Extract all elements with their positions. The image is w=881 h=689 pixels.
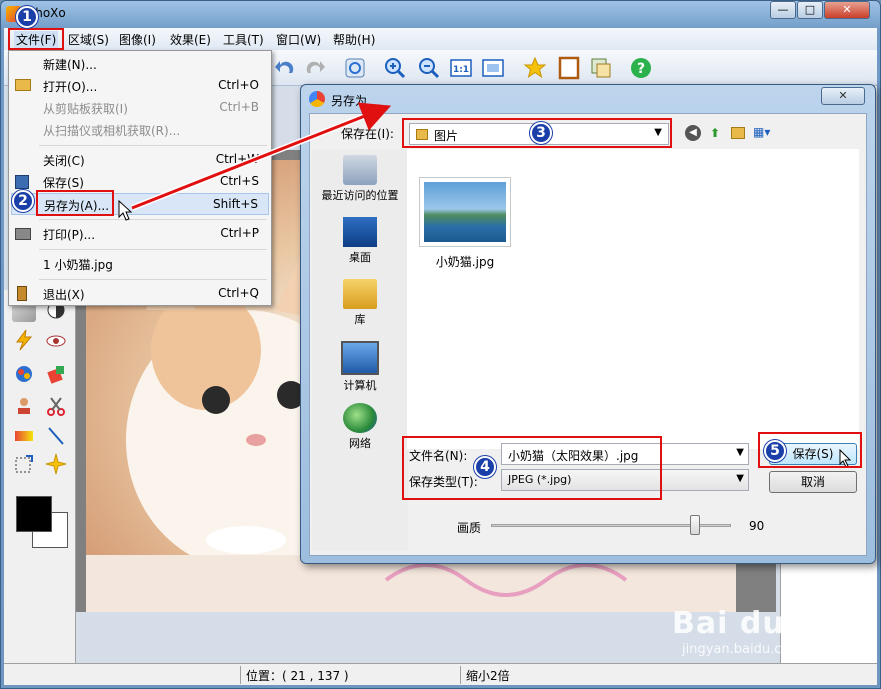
highlight-save-as	[36, 190, 114, 216]
step-badge-3: 3	[530, 122, 552, 144]
step-badge-1: 1	[16, 6, 38, 28]
watermark-url: jingyan.baidu.com	[682, 642, 802, 657]
annotation-arrow	[130, 102, 392, 211]
step-badge-4: 4	[474, 456, 496, 478]
baidu-watermark: Bai du 经验 jingyan.baidu.com	[672, 598, 862, 678]
highlight-file-menu	[8, 28, 64, 50]
baidu-logo: Bai du 经验	[672, 606, 859, 641]
step-badge-5: 5	[764, 440, 786, 462]
highlight-filename-type	[402, 436, 662, 500]
step-badge-2: 2	[12, 190, 34, 212]
